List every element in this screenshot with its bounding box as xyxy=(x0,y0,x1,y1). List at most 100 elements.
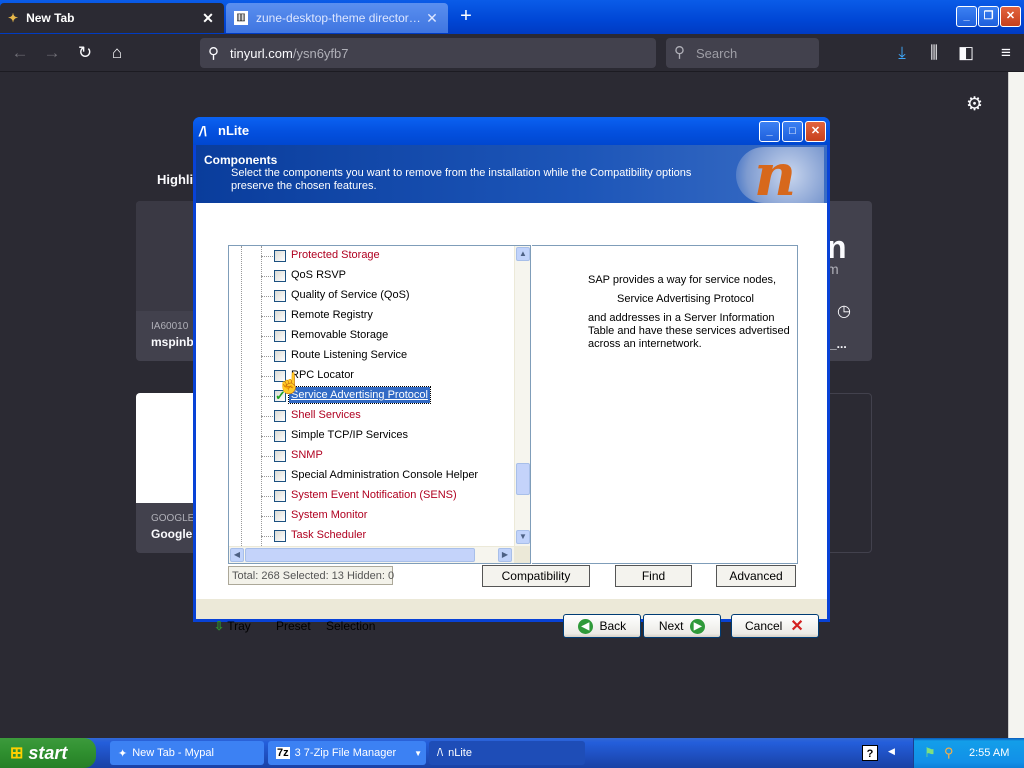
component-label[interactable]: Quality of Service (QoS) xyxy=(291,289,410,301)
url-bar[interactable]: ⚲ tinyurl.com/ysn6yfb7 xyxy=(200,38,656,68)
component-checkbox[interactable] xyxy=(274,470,286,482)
component-checkbox[interactable] xyxy=(274,530,286,542)
component-label[interactable]: Shell Services xyxy=(291,409,361,421)
tree-item[interactable]: Simple TCP/IP Services xyxy=(229,426,513,446)
download-icon[interactable]: ⤓ xyxy=(892,43,912,63)
components-tree[interactable]: Protected Storage QoS RSVP Quality of Serv… xyxy=(228,245,531,564)
reload-icon[interactable]: ↻ xyxy=(75,43,95,63)
taskbar-item-mypal[interactable]: ✦ New Tab - Mypal xyxy=(110,741,264,765)
tray-link[interactable]: ⇩ Tray xyxy=(214,619,251,633)
restore-button[interactable]: ❐ xyxy=(978,6,999,27)
taskbar-item-nlite[interactable]: /\ nLite xyxy=(429,741,585,765)
minimize-button[interactable]: _ xyxy=(956,6,977,27)
advanced-button[interactable]: Advanced xyxy=(716,565,796,587)
component-label[interactable]: Route Listening Service xyxy=(291,349,407,361)
next-button[interactable]: Next ▶ xyxy=(643,614,721,638)
library-icon[interactable]: ⫼ xyxy=(924,43,944,63)
tab-new-tab[interactable]: ✦ New Tab ✕ xyxy=(0,3,224,33)
group-dropdown-icon[interactable]: ▼ xyxy=(414,749,422,758)
find-button[interactable]: Find xyxy=(615,565,692,587)
component-label[interactable]: System Event Notification (SENS) xyxy=(291,489,457,501)
tree-item[interactable]: QoS RSVP xyxy=(229,266,513,286)
component-checkbox[interactable] xyxy=(274,250,286,262)
scroll-thumb[interactable] xyxy=(245,548,475,562)
tree-item[interactable]: Task Scheduler xyxy=(229,526,513,546)
tree-item[interactable]: Route Listening Service xyxy=(229,346,513,366)
tree-item[interactable]: System Monitor xyxy=(229,506,513,526)
dialog-maximize-button[interactable]: □ xyxy=(782,121,803,142)
dialog-close-button[interactable]: ✕ xyxy=(805,121,826,142)
tree-item[interactable]: SNMP xyxy=(229,446,513,466)
task-label: nLite xyxy=(448,747,472,759)
tree-vertical-scrollbar[interactable]: ▲ ▼ xyxy=(514,246,530,546)
component-label[interactable]: Task Scheduler xyxy=(291,529,366,541)
tab-zune-directory[interactable]: ▥ zune-desktop-theme directory listing ✕ xyxy=(226,3,448,33)
help-icon[interactable]: ? xyxy=(862,745,878,761)
highlights-heading: Highli xyxy=(157,172,194,187)
page-scrollbar[interactable] xyxy=(1008,72,1024,738)
tree-connector xyxy=(261,476,273,477)
tree-item[interactable]: Special Administration Console Helper xyxy=(229,466,513,486)
tree-item[interactable]: Protected Storage xyxy=(229,246,513,266)
new-tab-plus-icon[interactable]: + xyxy=(455,5,477,27)
tree-connector xyxy=(261,436,273,437)
component-label[interactable]: System Monitor xyxy=(291,509,367,521)
component-checkbox[interactable] xyxy=(274,490,286,502)
scroll-up-arrow-icon[interactable]: ▲ xyxy=(516,247,530,261)
scroll-down-arrow-icon[interactable]: ▼ xyxy=(516,530,530,544)
back-button[interactable]: ◀ Back xyxy=(563,614,641,638)
tray-collapse-icon[interactable]: ◀ xyxy=(888,746,895,757)
component-label[interactable]: SNMP xyxy=(291,449,323,461)
gear-icon[interactable]: ⚙ xyxy=(966,93,983,116)
component-label[interactable]: Protected Storage xyxy=(291,249,380,261)
tray-search-icon[interactable]: ⚲ xyxy=(944,745,954,761)
search-icon: ⚲ xyxy=(208,45,219,62)
tree-item[interactable]: RPC Locator xyxy=(229,366,513,386)
tree-item[interactable]: Removable Storage xyxy=(229,326,513,346)
tab-close-icon[interactable]: ✕ xyxy=(424,10,440,27)
description-line: and addresses in a Server Information Ta… xyxy=(588,312,790,350)
close-window-button[interactable]: ✕ xyxy=(1000,6,1021,27)
component-checkbox[interactable] xyxy=(274,290,286,302)
taskbar-item-7zip[interactable]: 7z 3 7-Zip File Manager ▼ xyxy=(268,741,426,765)
scroll-right-arrow-icon[interactable]: ▶ xyxy=(498,548,512,562)
tree-item[interactable]: Remote Registry xyxy=(229,306,513,326)
component-checkbox[interactable] xyxy=(274,310,286,322)
component-checkbox[interactable] xyxy=(274,410,286,422)
clock[interactable]: 2:55 AM xyxy=(969,747,1009,759)
tree-item[interactable]: System Event Notification (SENS) xyxy=(229,486,513,506)
tab-close-icon[interactable]: ✕ xyxy=(200,10,216,27)
network-icon[interactable]: ⚑ xyxy=(924,745,936,761)
scroll-left-arrow-icon[interactable]: ◀ xyxy=(230,548,244,562)
back-arrow-icon[interactable]: ← xyxy=(10,43,30,63)
sidebar-icon[interactable]: ◧ xyxy=(956,43,976,63)
start-button[interactable]: ⊞ start xyxy=(0,738,96,768)
compatibility-button[interactable]: Compatibility xyxy=(482,565,590,587)
tree-item[interactable]: Shell Services xyxy=(229,406,513,426)
component-checkbox[interactable] xyxy=(274,510,286,522)
menu-icon[interactable]: ≡ xyxy=(996,43,1016,63)
component-label[interactable]: Service Advertising Protocol xyxy=(288,386,431,404)
component-checkbox[interactable] xyxy=(274,330,286,342)
tree-item[interactable]: Service Advertising Protocol xyxy=(229,386,513,406)
preset-link[interactable]: Preset xyxy=(276,619,311,633)
home-icon[interactable]: ⌂ xyxy=(107,43,127,63)
cancel-button[interactable]: Cancel ✕ xyxy=(731,614,819,638)
component-label[interactable]: Remote Registry xyxy=(291,309,373,321)
component-label[interactable]: QoS RSVP xyxy=(291,269,346,281)
component-checkbox[interactable] xyxy=(274,270,286,282)
scroll-thumb[interactable] xyxy=(516,463,530,495)
component-label[interactable]: Special Administration Console Helper xyxy=(291,469,478,481)
tree-horizontal-scrollbar[interactable]: ◀ ▶ xyxy=(229,546,514,563)
component-label[interactable]: Simple TCP/IP Services xyxy=(291,429,408,441)
forward-arrow-icon[interactable]: → xyxy=(42,43,62,63)
back-label: Back xyxy=(599,619,627,633)
search-input[interactable]: ⚲ Search xyxy=(666,38,819,68)
dialog-minimize-button[interactable]: _ xyxy=(759,121,780,142)
tree-item[interactable]: Quality of Service (QoS) xyxy=(229,286,513,306)
component-checkbox[interactable] xyxy=(274,430,286,442)
component-checkbox[interactable] xyxy=(274,350,286,362)
component-label[interactable]: Removable Storage xyxy=(291,329,388,341)
selection-link[interactable]: Selection xyxy=(326,619,375,633)
component-checkbox[interactable] xyxy=(274,450,286,462)
